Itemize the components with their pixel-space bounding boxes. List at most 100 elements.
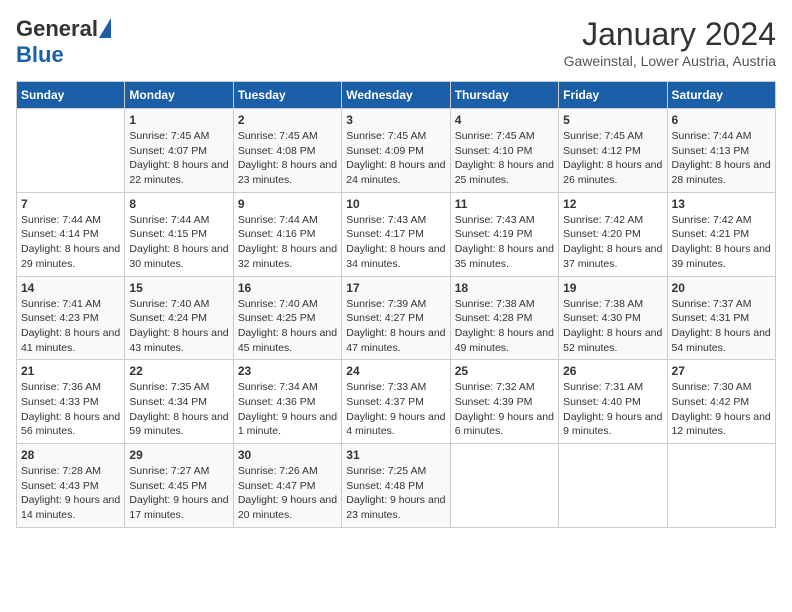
day-of-week-monday: Monday: [125, 82, 233, 109]
cell-details: Sunrise: 7:44 AMSunset: 4:14 PMDaylight:…: [21, 213, 120, 272]
cell-details: Sunrise: 7:45 AMSunset: 4:08 PMDaylight:…: [238, 129, 337, 188]
calendar-cell: 7 Sunrise: 7:44 AMSunset: 4:14 PMDaylight…: [17, 192, 125, 276]
day-number: 4: [455, 113, 554, 127]
calendar-cell: [559, 444, 667, 528]
calendar-cell: 20 Sunrise: 7:37 AMSunset: 4:31 PMDayligh…: [667, 276, 775, 360]
calendar-cell: 10Sunrise: 7:43 AMSunset: 4:17 PMDayligh…: [342, 192, 450, 276]
day-number: 21: [21, 364, 120, 378]
day-of-week-friday: Friday: [559, 82, 667, 109]
day-number: 1: [129, 113, 228, 127]
day-number: 15: [129, 281, 228, 295]
calendar-week-1: 1Sunrise: 7:45 AMSunset: 4:07 PMDaylight…: [17, 109, 776, 193]
calendar-cell: 30 Sunrise: 7:26 AMSunset: 4:47 PMDayligh…: [233, 444, 341, 528]
calendar-cell: 16 Sunrise: 7:40 AMSunset: 4:25 PMDayligh…: [233, 276, 341, 360]
calendar-cell: 17 Sunrise: 7:39 AMSunset: 4:27 PMDayligh…: [342, 276, 450, 360]
cell-details: Sunrise: 7:40 AMSunset: 4:25 PMDaylight:…: [238, 297, 337, 356]
calendar-cell: 24 Sunrise: 7:33 AMSunset: 4:37 PMDayligh…: [342, 360, 450, 444]
days-of-week-row: SundayMondayTuesdayWednesdayThursdayFrid…: [17, 82, 776, 109]
day-of-week-tuesday: Tuesday: [233, 82, 341, 109]
calendar-cell: 28 Sunrise: 7:28 AMSunset: 4:43 PMDayligh…: [17, 444, 125, 528]
calendar-cell: 25 Sunrise: 7:32 AMSunset: 4:39 PMDayligh…: [450, 360, 558, 444]
day-number: 11: [455, 197, 554, 211]
day-number: 13: [672, 197, 771, 211]
calendar-week-5: 28 Sunrise: 7:28 AMSunset: 4:43 PMDayligh…: [17, 444, 776, 528]
day-number: 3: [346, 113, 445, 127]
cell-details: Sunrise: 7:26 AMSunset: 4:47 PMDaylight:…: [238, 464, 337, 523]
cell-details: Sunrise: 7:44 AMSunset: 4:15 PMDaylight:…: [129, 213, 228, 272]
day-of-week-sunday: Sunday: [17, 82, 125, 109]
logo-arrow-icon: [99, 18, 111, 38]
day-number: 28: [21, 448, 120, 462]
calendar-cell: 9 Sunrise: 7:44 AMSunset: 4:16 PMDaylight…: [233, 192, 341, 276]
cell-details: Sunrise: 7:44 AMSunset: 4:16 PMDaylight:…: [238, 213, 337, 272]
calendar-cell: 1Sunrise: 7:45 AMSunset: 4:07 PMDaylight…: [125, 109, 233, 193]
logo: General Blue: [16, 16, 111, 68]
calendar-cell: 11 Sunrise: 7:43 AMSunset: 4:19 PMDayligh…: [450, 192, 558, 276]
cell-details: Sunrise: 7:35 AMSunset: 4:34 PMDaylight:…: [129, 380, 228, 439]
calendar-cell: 21Sunrise: 7:36 AMSunset: 4:33 PMDayligh…: [17, 360, 125, 444]
page-header: General Blue January 2024 Gaweinstal, Lo…: [16, 16, 776, 69]
day-number: 25: [455, 364, 554, 378]
calendar-body: 1Sunrise: 7:45 AMSunset: 4:07 PMDaylight…: [17, 109, 776, 528]
cell-details: Sunrise: 7:33 AMSunset: 4:37 PMDaylight:…: [346, 380, 445, 439]
cell-details: Sunrise: 7:30 AMSunset: 4:42 PMDaylight:…: [672, 380, 771, 439]
day-number: 8: [129, 197, 228, 211]
day-number: 24: [346, 364, 445, 378]
day-number: 17: [346, 281, 445, 295]
calendar-cell: 12Sunrise: 7:42 AMSunset: 4:20 PMDayligh…: [559, 192, 667, 276]
day-number: 10: [346, 197, 445, 211]
cell-details: Sunrise: 7:42 AMSunset: 4:20 PMDaylight:…: [563, 213, 662, 272]
cell-details: Sunrise: 7:39 AMSunset: 4:27 PMDaylight:…: [346, 297, 445, 356]
cell-details: Sunrise: 7:32 AMSunset: 4:39 PMDaylight:…: [455, 380, 554, 439]
calendar-cell: [17, 109, 125, 193]
cell-details: Sunrise: 7:37 AMSunset: 4:31 PMDaylight:…: [672, 297, 771, 356]
calendar-week-4: 21Sunrise: 7:36 AMSunset: 4:33 PMDayligh…: [17, 360, 776, 444]
calendar-cell: 6Sunrise: 7:44 AMSunset: 4:13 PMDaylight…: [667, 109, 775, 193]
cell-details: Sunrise: 7:43 AMSunset: 4:19 PMDaylight:…: [455, 213, 554, 272]
day-number: 16: [238, 281, 337, 295]
cell-details: Sunrise: 7:28 AMSunset: 4:43 PMDaylight:…: [21, 464, 120, 523]
day-number: 30: [238, 448, 337, 462]
cell-details: Sunrise: 7:45 AMSunset: 4:09 PMDaylight:…: [346, 129, 445, 188]
cell-details: Sunrise: 7:40 AMSunset: 4:24 PMDaylight:…: [129, 297, 228, 356]
cell-details: Sunrise: 7:38 AMSunset: 4:28 PMDaylight:…: [455, 297, 554, 356]
calendar-title: January 2024: [564, 16, 776, 53]
calendar-cell: 19 Sunrise: 7:38 AMSunset: 4:30 PMDayligh…: [559, 276, 667, 360]
cell-details: Sunrise: 7:31 AMSunset: 4:40 PMDaylight:…: [563, 380, 662, 439]
day-number: 2: [238, 113, 337, 127]
title-block: January 2024 Gaweinstal, Lower Austria, …: [564, 16, 776, 69]
calendar-cell: 2 Sunrise: 7:45 AMSunset: 4:08 PMDaylight…: [233, 109, 341, 193]
day-number: 27: [672, 364, 771, 378]
calendar-week-3: 14Sunrise: 7:41 AMSunset: 4:23 PMDayligh…: [17, 276, 776, 360]
day-number: 5: [563, 113, 662, 127]
day-number: 31: [346, 448, 445, 462]
calendar-cell: 8 Sunrise: 7:44 AMSunset: 4:15 PMDaylight…: [125, 192, 233, 276]
calendar-cell: 22 Sunrise: 7:35 AMSunset: 4:34 PMDayligh…: [125, 360, 233, 444]
calendar-header: SundayMondayTuesdayWednesdayThursdayFrid…: [17, 82, 776, 109]
day-number: 18: [455, 281, 554, 295]
day-number: 29: [129, 448, 228, 462]
cell-details: Sunrise: 7:34 AMSunset: 4:36 PMDaylight:…: [238, 380, 337, 439]
cell-details: Sunrise: 7:41 AMSunset: 4:23 PMDaylight:…: [21, 297, 120, 356]
cell-details: Sunrise: 7:45 AMSunset: 4:10 PMDaylight:…: [455, 129, 554, 188]
cell-details: Sunrise: 7:38 AMSunset: 4:30 PMDaylight:…: [563, 297, 662, 356]
day-number: 19: [563, 281, 662, 295]
day-number: 9: [238, 197, 337, 211]
logo-blue-text: Blue: [16, 42, 64, 68]
day-of-week-thursday: Thursday: [450, 82, 558, 109]
day-number: 7: [21, 197, 120, 211]
day-number: 22: [129, 364, 228, 378]
calendar-cell: 31Sunrise: 7:25 AMSunset: 4:48 PMDayligh…: [342, 444, 450, 528]
calendar-cell: 23Sunrise: 7:34 AMSunset: 4:36 PMDayligh…: [233, 360, 341, 444]
calendar-cell: 18 Sunrise: 7:38 AMSunset: 4:28 PMDayligh…: [450, 276, 558, 360]
calendar-week-2: 7 Sunrise: 7:44 AMSunset: 4:14 PMDaylight…: [17, 192, 776, 276]
logo-general-text: General: [16, 16, 98, 42]
calendar-table: SundayMondayTuesdayWednesdayThursdayFrid…: [16, 81, 776, 528]
calendar-cell: 29Sunrise: 7:27 AMSunset: 4:45 PMDayligh…: [125, 444, 233, 528]
day-number: 20: [672, 281, 771, 295]
calendar-cell: 3 Sunrise: 7:45 AMSunset: 4:09 PMDaylight…: [342, 109, 450, 193]
calendar-cell: [450, 444, 558, 528]
cell-details: Sunrise: 7:44 AMSunset: 4:13 PMDaylight:…: [672, 129, 771, 188]
cell-details: Sunrise: 7:42 AMSunset: 4:21 PMDaylight:…: [672, 213, 771, 272]
calendar-cell: 13 Sunrise: 7:42 AMSunset: 4:21 PMDayligh…: [667, 192, 775, 276]
